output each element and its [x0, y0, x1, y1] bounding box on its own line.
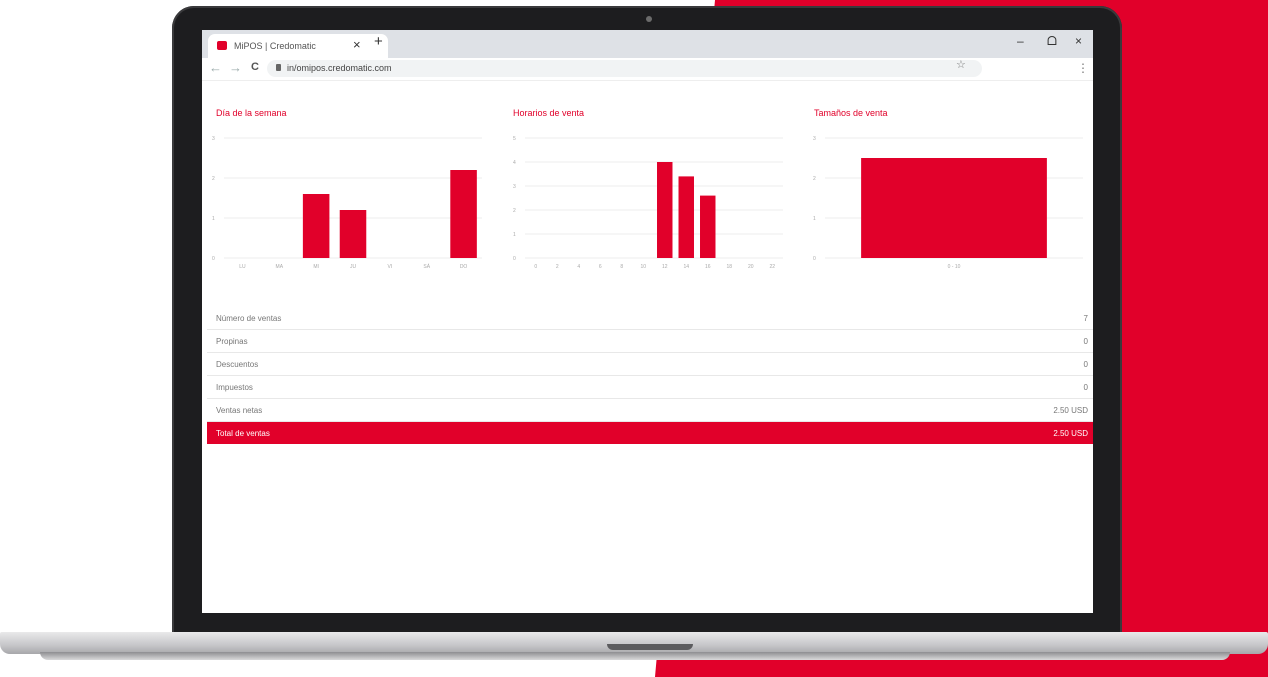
laptop-base — [0, 632, 1268, 654]
x-tick-label: 0 — [534, 264, 537, 270]
bar — [657, 162, 673, 258]
y-tick-label: 3 — [212, 136, 215, 142]
menu-icon[interactable]: ⋮ — [1077, 61, 1089, 75]
y-tick-label: 2 — [513, 208, 516, 214]
y-tick-label: 0 — [212, 256, 215, 262]
summary-value: 0 — [1083, 336, 1088, 346]
x-tick-label: 16 — [705, 264, 711, 270]
x-tick-label: 10 — [640, 264, 646, 270]
browser-tab[interactable]: MiPOS | Credomatic × — [208, 34, 388, 58]
address-bar[interactable]: in/omipos.credomatic.com — [267, 60, 982, 77]
y-tick-label: 1 — [813, 216, 816, 222]
x-tick-label: LU — [239, 264, 246, 270]
bar — [450, 170, 477, 258]
chart-title-sizes: Tamaños de venta — [814, 108, 888, 118]
y-tick-label: 4 — [513, 160, 516, 166]
bar — [678, 176, 694, 258]
x-tick-label: 22 — [769, 264, 775, 270]
summary-total-value: 2.50 USD — [1053, 428, 1088, 438]
x-tick-label: VI — [387, 264, 392, 270]
x-tick-label: 20 — [748, 264, 754, 270]
summary-value: 0 — [1083, 359, 1088, 369]
sizes-bar-chart: 0 1 2 3 0 - 10 — [813, 136, 1083, 270]
chart-title-weekday: Día de la semana — [216, 108, 287, 118]
lock-icon — [276, 64, 281, 71]
summary-label: Ventas netas — [216, 405, 263, 415]
browser-tabstrip: MiPOS | Credomatic × + – ᗝ × — [202, 30, 1093, 58]
browser-toolbar: ← → C in/omipos.credomatic.com ☆ ⋮ — [202, 58, 1093, 81]
tab-title: MiPOS | Credomatic — [234, 41, 316, 51]
laptop-camera — [646, 16, 652, 22]
x-tick-label: SÁ — [423, 263, 430, 270]
summary-row-discounts: Descuentos 0 — [207, 353, 1093, 376]
url-text: in/omipos.credomatic.com — [287, 63, 392, 73]
x-tick-label: 8 — [620, 264, 623, 270]
x-tick-label: DO — [460, 264, 468, 270]
hours-bar-chart: 0123450 2 4 6 8 10 12 14 16 18 20 22 — [513, 136, 783, 270]
weekday-bar-chart: 0 1 2 3 LU MA MI JU VI SÁ DO — [212, 136, 482, 270]
summary-label: Número de ventas — [216, 313, 282, 323]
favicon-icon — [217, 41, 227, 50]
close-window-button[interactable]: × — [1075, 34, 1082, 48]
summary-label: Descuentos — [216, 359, 259, 369]
y-tick-label: 1 — [513, 232, 516, 238]
x-tick-label: 2 — [556, 264, 559, 270]
x-tick-label: 0 - 10 — [948, 264, 961, 270]
reload-icon[interactable]: C — [251, 61, 259, 73]
y-tick-label: 5 — [513, 136, 516, 142]
new-tab-button[interactable]: + — [374, 33, 383, 50]
forward-icon[interactable]: → — [229, 60, 242, 75]
x-tick-label: 18 — [726, 264, 732, 270]
summary-row-taxes: Impuestos 0 — [207, 376, 1093, 399]
summary-value: 7 — [1083, 313, 1088, 323]
summary-row-net-sales: Ventas netas 2.50 USD — [207, 399, 1093, 422]
y-tick-label: 0 — [813, 256, 816, 262]
summary-row-sales-count: Número de ventas 7 — [207, 307, 1093, 330]
tab-close-icon[interactable]: × — [353, 37, 361, 52]
x-tick-label: 4 — [577, 264, 580, 270]
x-tick-label: 6 — [599, 264, 602, 270]
summary-label: Impuestos — [216, 382, 253, 392]
x-tick-label: 12 — [662, 264, 668, 270]
summary-row-total-sales: Total de ventas 2.50 USD — [207, 422, 1093, 444]
summary-total-label: Total de ventas — [216, 428, 270, 438]
bar — [700, 195, 716, 258]
y-tick-label: 2 — [813, 176, 816, 182]
laptop-base-shadow — [40, 652, 1230, 660]
x-tick-label: MI — [313, 264, 319, 270]
summary-label: Propinas — [216, 336, 248, 346]
chart-title-hours: Horarios de venta — [513, 108, 585, 118]
summary-row-tips: Propinas 0 — [207, 330, 1093, 353]
restore-button[interactable]: ᗝ — [1047, 34, 1057, 49]
bar — [861, 158, 1047, 258]
bar — [302, 194, 330, 258]
sales-summary-table: Número de ventas 7 Propinas 0 Descuentos… — [207, 307, 1093, 444]
bar — [339, 210, 367, 258]
back-icon[interactable]: ← — [209, 60, 222, 75]
x-tick-label: JU — [350, 264, 357, 270]
summary-value: 2.50 USD — [1053, 405, 1088, 415]
y-tick-label: 2 — [212, 176, 215, 182]
minimize-button[interactable]: – — [1017, 34, 1024, 48]
y-tick-label: 3 — [513, 184, 516, 190]
x-tick-label: MA — [276, 264, 284, 270]
y-tick-label: 0 — [513, 256, 516, 262]
y-tick-label: 3 — [813, 136, 816, 142]
summary-value: 0 — [1083, 382, 1088, 392]
y-tick-label: 1 — [212, 216, 215, 222]
x-tick-label: 14 — [683, 264, 689, 270]
laptop-screen: MiPOS | Credomatic × + – ᗝ × ← → C in/om… — [202, 30, 1093, 613]
laptop-hinge-notch — [607, 644, 693, 650]
star-icon[interactable]: ☆ — [956, 58, 966, 71]
